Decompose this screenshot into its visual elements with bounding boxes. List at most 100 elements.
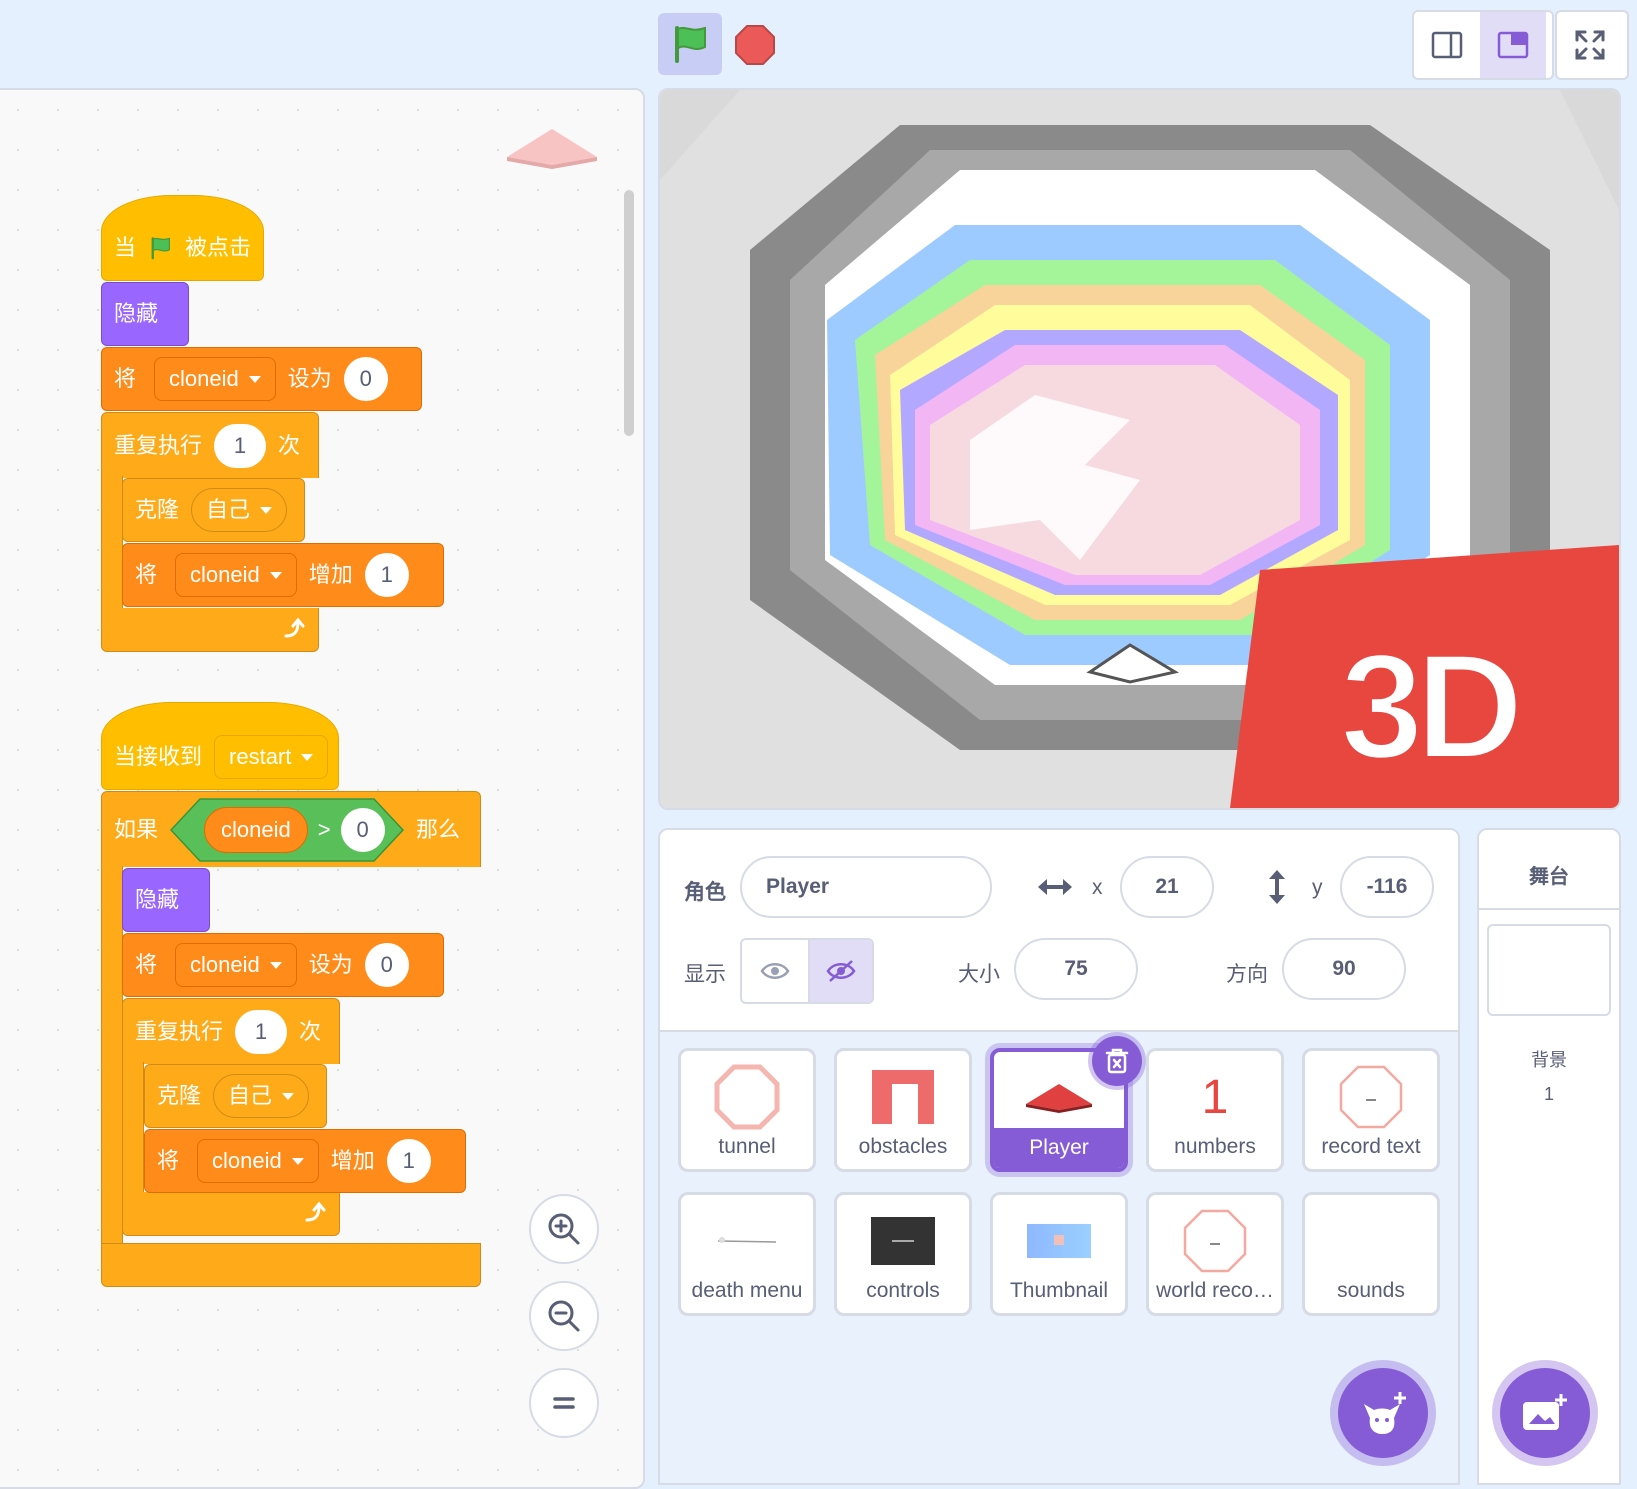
repeat-count-input[interactable]: 1 [214, 423, 267, 468]
repeat-arm [122, 1062, 144, 1198]
variable-reporter[interactable]: cloneid [204, 806, 308, 853]
add-backdrop-button[interactable] [1500, 1368, 1590, 1458]
sprite-name: record text [1321, 1135, 1421, 1158]
sprite-tile-world-record[interactable]: world reco… [1146, 1192, 1284, 1316]
repeat-block[interactable]: 重复执行 1 次 [122, 998, 340, 1064]
size-input[interactable]: 75 [1014, 938, 1138, 1000]
dropdown-caret-icon [248, 375, 261, 383]
death-menu-thumbnail [681, 1207, 813, 1275]
stage-canvas[interactable]: 3D [658, 88, 1621, 810]
change-value-input[interactable]: 1 [386, 1139, 431, 1183]
set-value-input[interactable]: 0 [364, 943, 409, 987]
octagon-icon [1339, 1065, 1403, 1129]
sprite-name: Player [994, 1128, 1124, 1168]
sprite-name: world reco… [1156, 1279, 1274, 1302]
hide-label: 隐藏 [114, 301, 159, 326]
controls-icon [871, 1217, 935, 1265]
repeat-arrow-icon [284, 617, 305, 638]
y-input[interactable]: -116 [1340, 856, 1434, 918]
3d-badge-text: 3D [1338, 620, 1526, 792]
direction-input[interactable]: 90 [1282, 938, 1406, 1000]
sprite-name: controls [866, 1279, 940, 1302]
sprite-name: sounds [1337, 1279, 1405, 1302]
player-arrow-icon [507, 129, 597, 169]
hide-block[interactable]: 隐藏 [101, 282, 189, 346]
set-variable-block[interactable]: 将 cloneid 设为 0 [122, 933, 444, 997]
repeat-count-input[interactable]: 1 [235, 1009, 288, 1054]
sprite-pane: 角色 Player x 21 y -116 显示 大小 75 方向 90 tun… [658, 828, 1460, 1485]
change-value-input[interactable]: 1 [364, 553, 409, 597]
show-button[interactable] [742, 940, 810, 1002]
stage-title: 舞台 [1529, 866, 1569, 888]
size-label: 大小 [958, 963, 1000, 986]
green-flag-icon [675, 26, 706, 63]
clone-block[interactable]: 克隆 自己 [122, 478, 305, 542]
dropdown-caret-icon [269, 961, 282, 969]
repeat-block[interactable]: 重复执行 1 次 [101, 412, 319, 478]
variable-name: cloneid [169, 366, 239, 391]
image-icon [1027, 1224, 1091, 1258]
clone-target-dropdown[interactable]: 自己 [213, 1074, 310, 1118]
repeat-arrow-icon [305, 1201, 326, 1222]
sprite-tile-controls[interactable]: controls [834, 1192, 972, 1316]
set-to-label: 设为 [287, 366, 332, 391]
x-label: x [1092, 876, 1103, 899]
if-footer [101, 1243, 481, 1287]
stage-backdrop-thumbnail[interactable] [1487, 924, 1611, 1016]
dropdown-caret-icon [269, 571, 282, 579]
sprite-tile-numbers[interactable]: 1 numbers [1146, 1048, 1284, 1172]
normal-stage-button[interactable] [1480, 12, 1546, 78]
sprite-tile-record-text[interactable]: record text [1302, 1048, 1440, 1172]
sprite-tile-thumbnail[interactable]: Thumbnail [990, 1192, 1128, 1316]
sprite-tile-obstacles[interactable]: obstacles [834, 1048, 972, 1172]
message-dropdown[interactable]: restart [214, 735, 329, 779]
obstacle-icon [872, 1070, 934, 1124]
small-stage-icon [1431, 31, 1463, 59]
zoom-out-button[interactable] [529, 1281, 599, 1351]
variable-dropdown[interactable]: cloneid [197, 1139, 319, 1183]
stage-target-pane[interactable]: 舞台 背景 1 [1477, 828, 1621, 1485]
sprite-tile-player[interactable]: Player [990, 1036, 1142, 1172]
small-stage-button[interactable] [1414, 12, 1480, 78]
sprite-tile-death-menu[interactable]: death menu [678, 1192, 816, 1316]
clone-block[interactable]: 克隆 自己 [144, 1064, 327, 1128]
set-variable-block[interactable]: 将 cloneid 设为 0 [101, 347, 422, 411]
set-value-input[interactable]: 0 [343, 357, 388, 401]
fullscreen-button[interactable] [1557, 12, 1623, 78]
variable-dropdown[interactable]: cloneid [154, 357, 276, 401]
delete-sprite-button[interactable] [1092, 1036, 1142, 1086]
compare-value-input[interactable]: 0 [340, 807, 385, 852]
x-arrows-icon [1038, 879, 1072, 895]
set-label: 将 [135, 952, 158, 977]
variable-dropdown[interactable]: cloneid [175, 553, 297, 597]
zoom-in-button[interactable] [529, 1194, 599, 1264]
if-then-block[interactable]: 如果 cloneid > 0 那么 [101, 791, 481, 867]
change-variable-block[interactable]: 将 cloneid 增加 1 [144, 1129, 466, 1193]
hat-clicked-label: 被点击 [184, 235, 251, 260]
change-variable-block[interactable]: 将 cloneid 增加 1 [122, 543, 444, 607]
y-label: y [1312, 876, 1323, 899]
sprite-name-input[interactable]: Player [740, 856, 992, 918]
clone-target-dropdown[interactable]: 自己 [191, 488, 288, 532]
hide-block[interactable]: 隐藏 [122, 868, 210, 932]
add-sprite-button[interactable] [1338, 1368, 1428, 1458]
green-flag-button[interactable] [658, 13, 722, 75]
greater-than-operator[interactable]: cloneid > 0 [170, 797, 405, 862]
hide-button[interactable] [810, 940, 872, 1002]
when-receive-block[interactable]: 当接收到 restart [101, 702, 339, 790]
dropdown-caret-icon [260, 506, 273, 514]
variable-dropdown[interactable]: cloneid [175, 943, 297, 987]
workspace-scrollbar[interactable] [624, 190, 634, 436]
zoom-reset-button[interactable] [529, 1368, 599, 1438]
x-input[interactable]: 21 [1120, 856, 1214, 918]
sprite-tile-sounds[interactable]: sounds [1302, 1192, 1440, 1316]
clone-label: 克隆 [157, 1083, 202, 1108]
sprite-tile-tunnel[interactable]: tunnel [678, 1048, 816, 1172]
stop-button[interactable] [732, 22, 778, 68]
repeat-arm [101, 476, 123, 612]
green-flag-icon [151, 237, 171, 260]
repeat-footer [122, 1192, 340, 1236]
clone-target: 自己 [206, 497, 251, 522]
when-flag-clicked-block[interactable]: 当 被点击 [101, 195, 264, 281]
message-name: restart [229, 744, 292, 769]
